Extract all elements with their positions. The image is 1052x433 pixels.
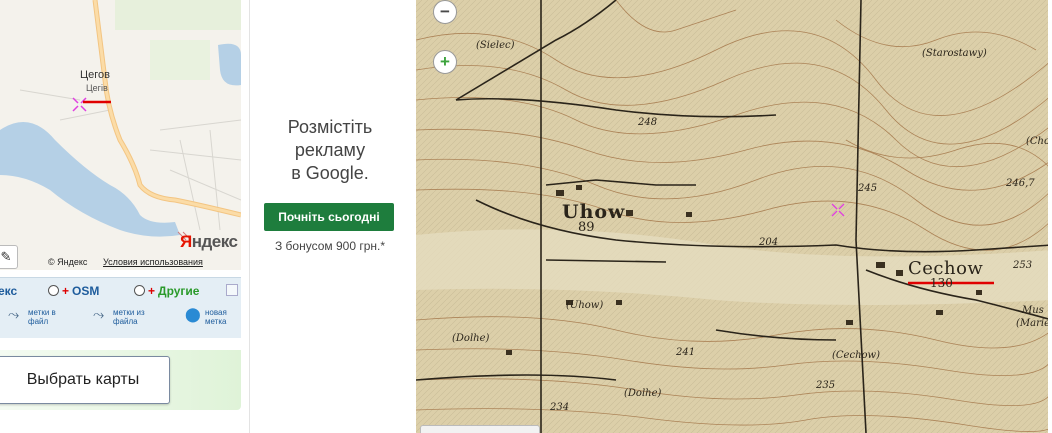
map-label: (Dolhe) bbox=[452, 333, 490, 344]
elevation-label: 245 bbox=[858, 183, 878, 194]
layer-settings-icon[interactable] bbox=[226, 284, 238, 296]
divider bbox=[249, 0, 250, 433]
yandex-map[interactable]: Цегов Цегів ✎ © Яндекс Условия использов… bbox=[0, 0, 241, 270]
elevation-label: 248 bbox=[638, 117, 658, 128]
pencil-icon[interactable]: ✎ bbox=[0, 245, 18, 269]
layer-selector-bar: екс + OSM + Другие ⤳ метки в файл ⤳ метки … bbox=[0, 277, 241, 338]
layer-option-other[interactable]: + Другие bbox=[134, 284, 199, 298]
map-copyright: © Яндекс bbox=[48, 257, 88, 267]
select-maps-area: Выбрать карты bbox=[0, 350, 241, 410]
map-label: (Dolhe) bbox=[624, 388, 662, 399]
map-label: (Cho bbox=[1026, 136, 1051, 147]
page-edge bbox=[1048, 0, 1052, 433]
map-label: Mus bbox=[1022, 305, 1044, 316]
osm-radio[interactable] bbox=[48, 285, 59, 296]
map-label: (Starostawy) bbox=[922, 48, 987, 59]
elevation-label: 246,7 bbox=[1006, 178, 1035, 189]
map-label: (Sielec) bbox=[476, 40, 515, 51]
yandex-logo: Яндекс bbox=[180, 232, 238, 251]
elevation-label: 235 bbox=[816, 380, 836, 391]
elevation-label: 204 bbox=[759, 237, 779, 248]
layer-option-yandex[interactable]: екс bbox=[0, 284, 17, 298]
import-icon: ⤳ bbox=[8, 306, 20, 322]
historical-map[interactable]: − + Uhow 89 Cechow 130 (Sielec) (Starost… bbox=[416, 0, 1052, 433]
zoom-out-button[interactable]: − bbox=[433, 0, 457, 24]
map-drawing bbox=[0, 0, 241, 241]
ad-start-button[interactable]: Почніть сьогодні bbox=[264, 203, 394, 231]
elevation-label: 89 bbox=[578, 220, 595, 235]
elevation-label: 241 bbox=[676, 347, 696, 358]
elevation-label: 130 bbox=[930, 276, 953, 290]
map-label: (Cechow) bbox=[832, 350, 880, 361]
map-label: (Marie bbox=[1016, 318, 1050, 329]
map-label: (Uhow) bbox=[566, 300, 604, 311]
terms-of-use-link[interactable]: Условия использования bbox=[103, 257, 203, 267]
ad-bonus-text: З бонусом 900 грн.* bbox=[274, 239, 386, 253]
ad-text: Розмістіть рекламу в Google. bbox=[287, 117, 373, 183]
elevation-label: 253 bbox=[1013, 260, 1033, 271]
google-ad: Розмістіть рекламу в Google. Почніть сьо… bbox=[255, 0, 405, 433]
zoom-in-button[interactable]: + bbox=[433, 50, 457, 74]
select-maps-button[interactable]: Выбрать карты bbox=[0, 356, 170, 404]
map-bottom-control[interactable] bbox=[420, 425, 540, 433]
layer-option-osm[interactable]: + OSM bbox=[48, 284, 99, 298]
elevation-label: 234 bbox=[550, 402, 570, 413]
export-icon: ⤳ bbox=[93, 306, 105, 322]
town-label: Цегов bbox=[80, 69, 110, 81]
new-marker-icon: ⬤ bbox=[185, 306, 201, 322]
topographic-drawing bbox=[416, 0, 1052, 433]
town-sublabel: Цегів bbox=[86, 83, 108, 93]
yandex-map-panel: Цегов Цегів ✎ © Яндекс Условия использов… bbox=[0, 0, 241, 433]
other-radio[interactable] bbox=[134, 285, 145, 296]
